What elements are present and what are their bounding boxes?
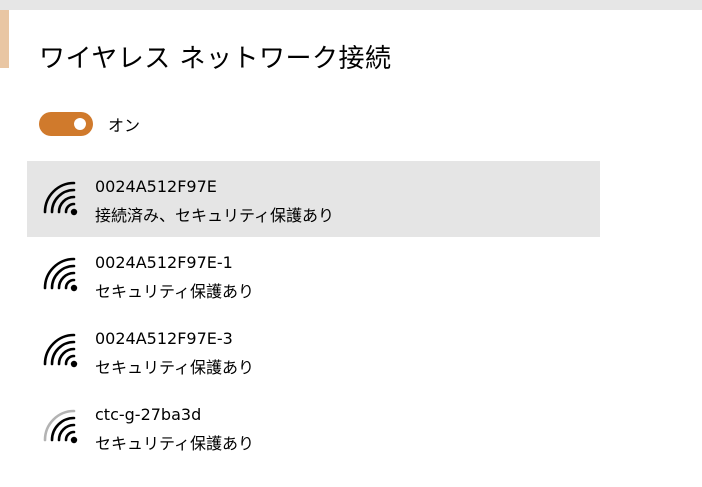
network-status: 接続済み、セキュリティ保護あり [95, 206, 335, 225]
wifi-signal-full-icon [43, 181, 78, 216]
wifi-toggle-row: オン [39, 111, 140, 137]
network-name: 0024A512F97E-3 [95, 329, 233, 348]
window-top-bar [0, 0, 702, 10]
accent-edge [0, 10, 9, 68]
wifi-toggle-switch[interactable] [39, 112, 93, 136]
network-name: 0024A512F97E-1 [95, 253, 233, 272]
toggle-label: オン [108, 116, 141, 135]
network-name: ctc-g-27ba3d [95, 405, 202, 424]
network-item[interactable]: ctc-g-27ba3d セキュリティ保護あり [27, 389, 600, 465]
network-list: 0024A512F97E 接続済み、セキュリティ保護あり 0024A512F97… [27, 161, 600, 465]
network-item[interactable]: 0024A512F97E-1 セキュリティ保護あり [27, 237, 600, 313]
wifi-signal-3-bars-icon [43, 409, 78, 444]
wifi-signal-full-icon [43, 333, 78, 368]
network-name: 0024A512F97E [95, 177, 217, 196]
toggle-knob [74, 118, 86, 130]
network-item[interactable]: 0024A512F97E 接続済み、セキュリティ保護あり [27, 161, 600, 237]
wifi-signal-full-icon [43, 257, 78, 292]
network-item[interactable]: 0024A512F97E-3 セキュリティ保護あり [27, 313, 600, 389]
network-status: セキュリティ保護あり [95, 434, 255, 453]
network-status: セキュリティ保護あり [95, 282, 255, 301]
network-status: セキュリティ保護あり [95, 358, 255, 377]
page-title: ワイヤレス ネットワーク接続 [39, 44, 392, 74]
